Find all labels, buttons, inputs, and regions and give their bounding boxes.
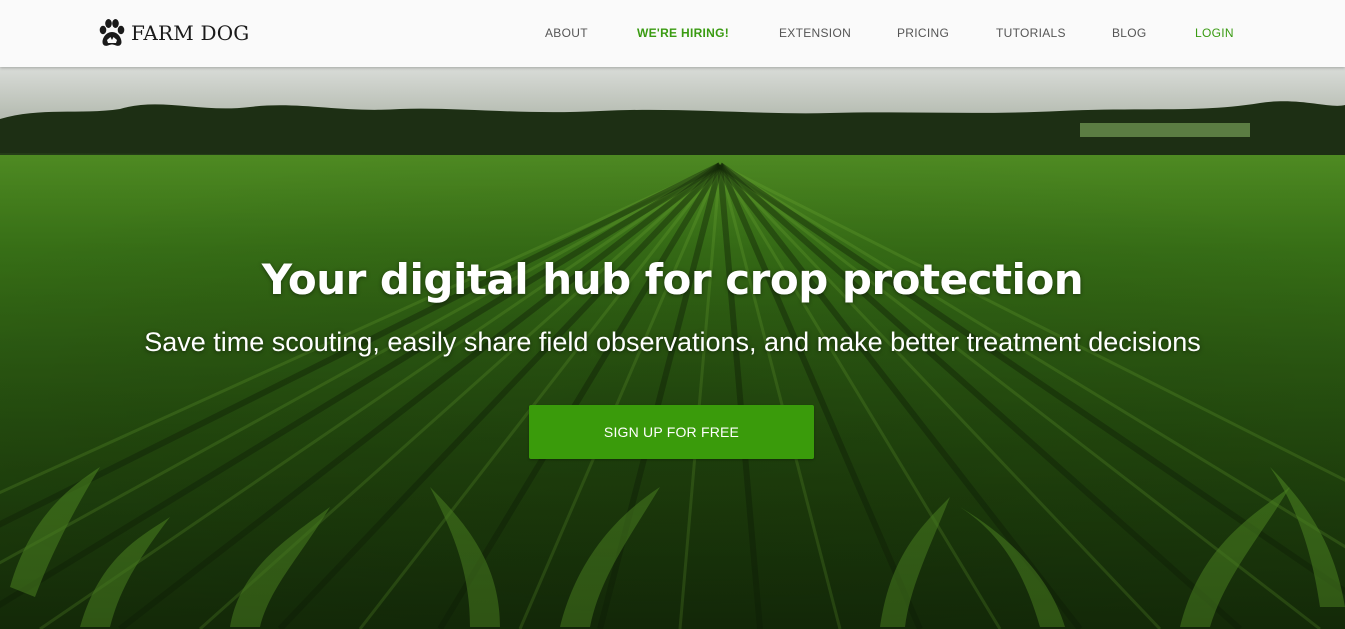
brand-name: FARM DOG <box>131 21 250 45</box>
sign-up-button[interactable]: SIGN UP FOR FREE <box>529 405 814 459</box>
nav-extension[interactable]: EXTENSION <box>779 26 851 40</box>
top-navbar: FARM DOG ABOUT WE'RE HIRING! EXTENSION P… <box>0 0 1345 67</box>
nav-pricing[interactable]: PRICING <box>897 26 949 40</box>
nav-about[interactable]: ABOUT <box>545 26 588 40</box>
nav-hiring[interactable]: WE'RE HIRING! <box>637 26 729 40</box>
hero-subtitle: Save time scouting, easily share field o… <box>144 327 1201 357</box>
brand-logo[interactable]: FARM DOG <box>98 17 250 49</box>
nav-blog[interactable]: BLOG <box>1112 26 1147 40</box>
paw-icon <box>99 19 125 46</box>
hero-title: Your digital hub for crop protection <box>261 255 1084 304</box>
nav-tutorials[interactable]: TUTORIALS <box>996 26 1066 40</box>
hero-section: Your digital hub for crop protection Sav… <box>0 67 1345 629</box>
nav-login[interactable]: LOGIN <box>1195 26 1234 40</box>
